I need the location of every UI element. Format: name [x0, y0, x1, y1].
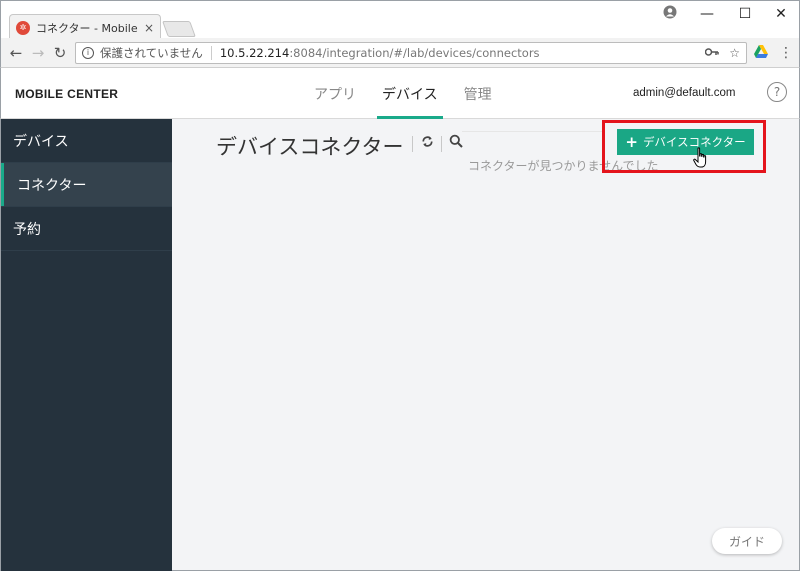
tool-separator	[412, 136, 413, 152]
brand-logo: MOBILE CENTER	[15, 87, 119, 101]
sidebar: デバイス コネクター 予約	[0, 119, 172, 571]
help-icon[interactable]: ?	[767, 82, 787, 102]
title-tools	[408, 134, 466, 154]
refresh-icon[interactable]	[417, 134, 437, 154]
guide-button[interactable]: ガイド	[712, 528, 782, 554]
url-path: :8084/integration/#/lab/devices/connecto…	[289, 46, 540, 60]
maximize-button[interactable]: ☐	[727, 1, 763, 27]
bookmark-star-icon[interactable]: ☆	[729, 46, 740, 60]
browser-titlebar: ✲ コネクター - Mobile Center × — ☐ ✕	[0, 0, 800, 40]
user-menu[interactable]: admin@default.com	[633, 87, 735, 99]
tab-devices[interactable]: デバイス	[369, 68, 451, 119]
address-bar-actions: ☆	[704, 46, 746, 60]
tab-close-icon[interactable]: ×	[144, 21, 154, 35]
forward-arrow-icon[interactable]: →	[29, 44, 47, 62]
key-icon[interactable]	[704, 46, 719, 60]
drive-extension-icon[interactable]	[753, 45, 769, 61]
profile-icon[interactable]	[661, 5, 679, 23]
search-field-underline[interactable]	[462, 131, 602, 132]
sidebar-item-reservations[interactable]: 予約	[1, 207, 172, 251]
main-nav: アプリ デバイス 管理	[301, 68, 505, 119]
reload-icon[interactable]: ↻	[51, 44, 69, 62]
address-bar[interactable]: i 保護されていません 10.5.22.214 :8084/integratio…	[75, 42, 747, 64]
info-icon[interactable]: i	[82, 47, 94, 59]
tab-apps[interactable]: アプリ	[301, 68, 369, 119]
url-host: 10.5.22.214	[219, 46, 290, 60]
close-window-button[interactable]: ✕	[763, 1, 799, 27]
tab-admin[interactable]: 管理	[451, 68, 505, 119]
main-content: デバイスコネクター コネクターが見つかりませんでした + デバイスコネクター ガ…	[172, 119, 800, 571]
minimize-button[interactable]: —	[689, 1, 725, 27]
hand-cursor-icon	[693, 147, 707, 168]
address-separator	[210, 46, 212, 60]
back-arrow-icon[interactable]: ←	[7, 44, 25, 62]
search-icon[interactable]	[446, 134, 466, 154]
tab-favicon-icon: ✲	[16, 20, 30, 35]
highlight-annotation	[602, 120, 766, 173]
app-header: MOBILE CENTER アプリ デバイス 管理 admin@default.…	[0, 68, 800, 119]
new-tab-button[interactable]	[162, 21, 196, 37]
tab-title: コネクター - Mobile Center	[36, 21, 140, 35]
sidebar-item-connectors[interactable]: コネクター	[1, 163, 172, 207]
sidebar-item-devices[interactable]: デバイス	[1, 119, 172, 163]
browser-tab[interactable]: ✲ コネクター - Mobile Center ×	[9, 14, 161, 40]
security-label: 保護されていません	[100, 46, 203, 60]
tool-separator	[441, 136, 442, 152]
browser-menu-icon[interactable]: ⋮	[779, 44, 793, 62]
browser-toolbar: ← → ↻ i 保護されていません 10.5.22.214 :8084/inte…	[0, 38, 800, 68]
page-title: デバイスコネクター	[216, 135, 404, 159]
